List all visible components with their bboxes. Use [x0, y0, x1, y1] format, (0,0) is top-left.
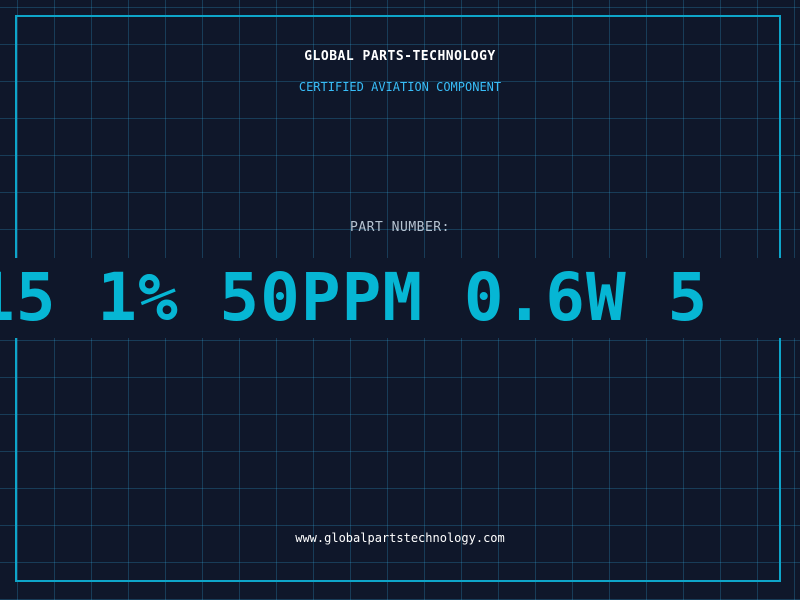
- website-link[interactable]: www.globalpartstechnology.com: [0, 531, 800, 545]
- part-number-marquee: 15 1% 50PPM 0.6W 5: [0, 259, 709, 336]
- brand-title: GLOBAL PARTS-TECHNOLOGY: [304, 49, 496, 64]
- brand-tagline: CERTIFIED AVIATION COMPONENT: [298, 80, 502, 94]
- part-number-label: PART NUMBER:: [350, 220, 450, 235]
- certificate-canvas: GLOBAL PARTS-TECHNOLOGY CERTIFIED AVIATI…: [0, 0, 800, 600]
- part-number-band: 15 1% 50PPM 0.6W 5: [0, 258, 800, 338]
